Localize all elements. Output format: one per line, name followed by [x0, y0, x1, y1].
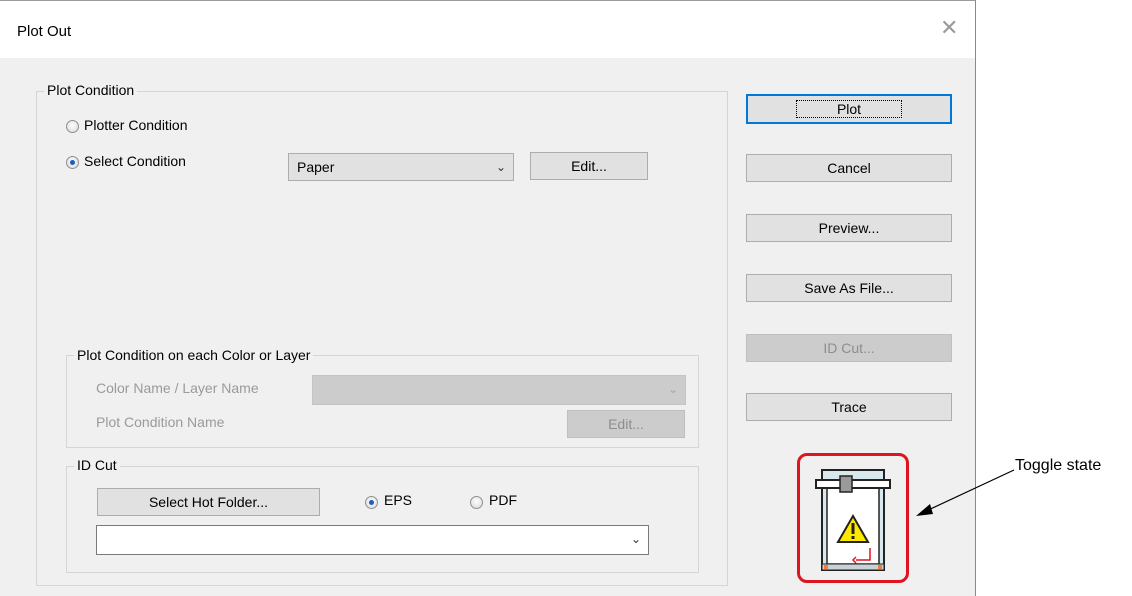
- plot-condition-name-label: Plot Condition Name: [96, 414, 225, 430]
- select-condition-radio[interactable]: [66, 156, 79, 169]
- select-hot-folder-button[interactable]: Select Hot Folder...: [97, 488, 320, 516]
- trace-button[interactable]: Trace: [746, 393, 952, 421]
- condition-select-value: Paper: [297, 159, 335, 175]
- plot-button-label: Plot: [795, 100, 903, 118]
- callout-label: Toggle state: [1015, 457, 1102, 474]
- id-cut-group-label: ID Cut: [74, 457, 120, 473]
- color-layer-select: ⌄: [312, 375, 686, 405]
- plot-condition-group-label: Plot Condition: [44, 82, 138, 98]
- id-cut-button: ID Cut...: [746, 334, 952, 362]
- color-layer-group-label: Plot Condition on each Color or Layer: [74, 347, 314, 363]
- condition-select[interactable]: Paper ⌄: [288, 153, 514, 181]
- chevron-down-icon: ⌄: [667, 382, 678, 396]
- plotter-condition-label[interactable]: Plotter Condition: [84, 117, 188, 133]
- color-layer-name-label: Color Name / Layer Name: [96, 380, 259, 396]
- close-icon[interactable]: ✕: [940, 17, 958, 39]
- plot-button[interactable]: Plot: [746, 94, 952, 124]
- chevron-down-icon: ⌄: [495, 160, 506, 174]
- cancel-button[interactable]: Cancel: [746, 154, 952, 182]
- select-condition-label[interactable]: Select Condition: [84, 153, 186, 169]
- plotter-warning-icon: [815, 469, 891, 571]
- eps-radio[interactable]: [365, 496, 378, 509]
- condition-edit-button[interactable]: Edit...: [530, 152, 648, 180]
- title-bar: Plot Out ✕: [0, 0, 975, 58]
- dialog-title: Plot Out: [17, 23, 72, 40]
- plotter-toggle[interactable]: [797, 453, 909, 583]
- pdf-radio[interactable]: [470, 496, 483, 509]
- preview-button[interactable]: Preview...: [746, 214, 952, 242]
- plotter-condition-radio[interactable]: [66, 120, 79, 133]
- color-layer-edit-button: Edit...: [567, 410, 685, 438]
- save-as-file-button[interactable]: Save As File...: [746, 274, 952, 302]
- chevron-down-icon: ⌄: [630, 532, 641, 546]
- eps-label[interactable]: EPS: [384, 492, 412, 508]
- pdf-label[interactable]: PDF: [489, 492, 517, 508]
- plot-out-dialog: Plot Out ✕ Plot Condition Plotter Condit…: [0, 0, 976, 596]
- id-cut-group: [66, 466, 699, 573]
- hot-folder-select[interactable]: ⌄: [96, 525, 649, 555]
